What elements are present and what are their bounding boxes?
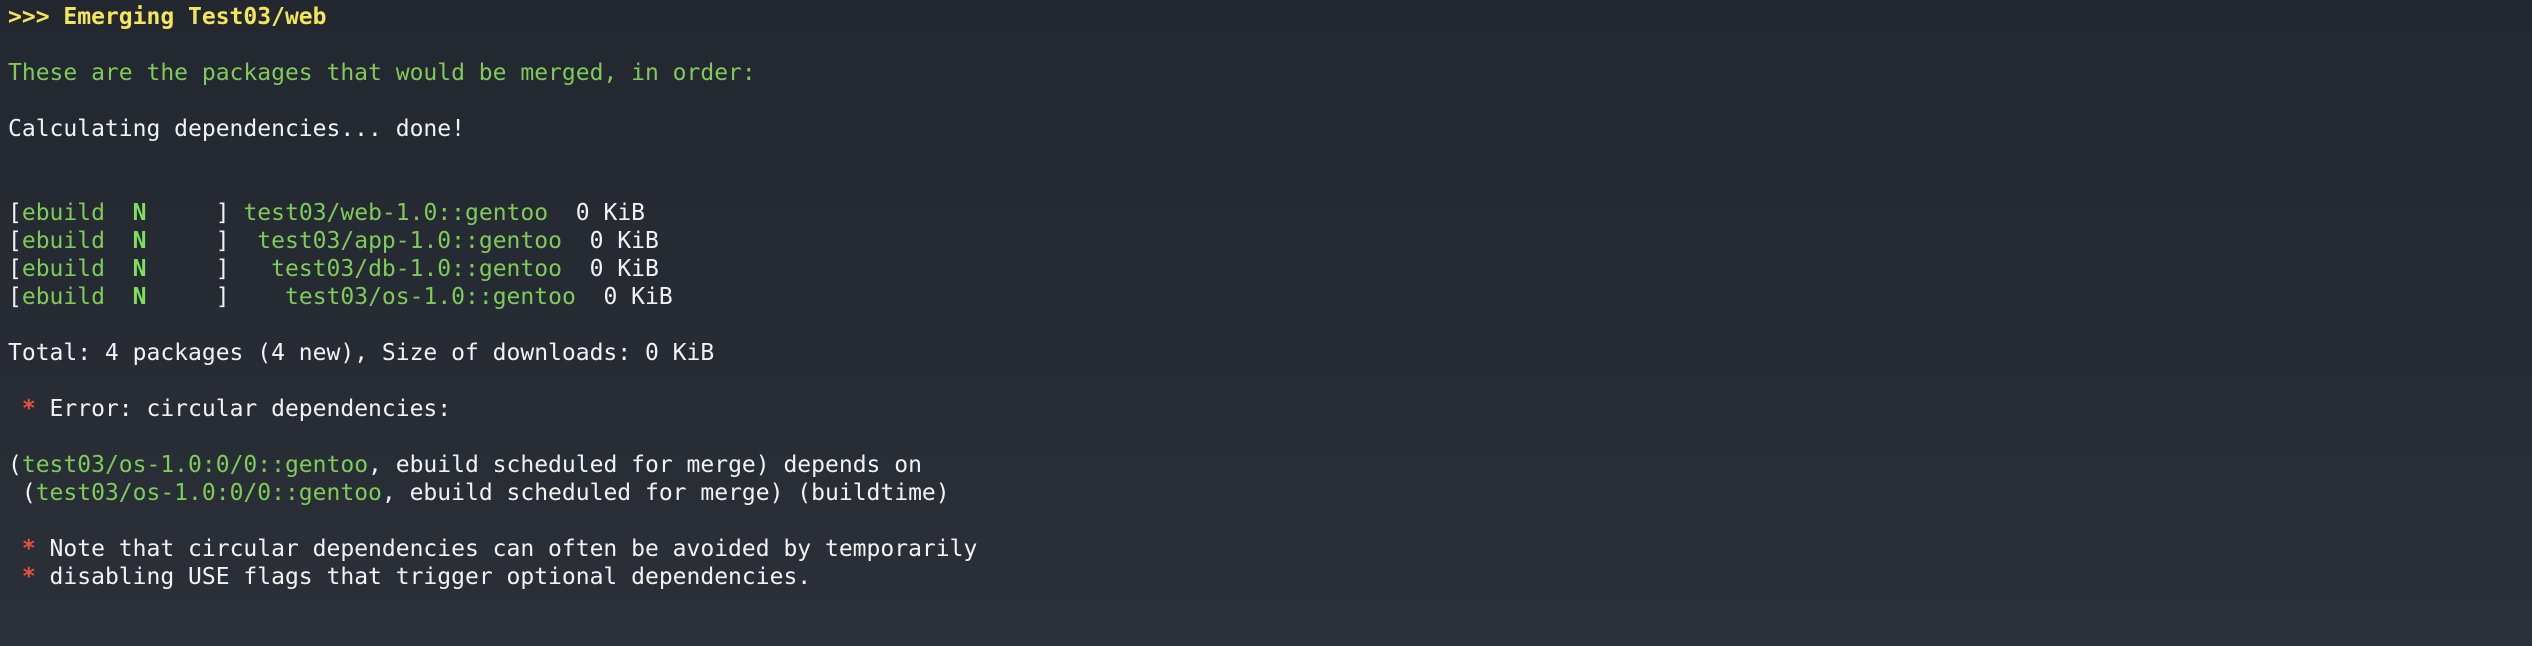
package-atom: test03/os-1.0::gentoo [285, 284, 576, 310]
new-flag: N [132, 228, 147, 254]
package-size: 0 KiB [561, 228, 659, 254]
package-row: [ebuild N ] test03/app-1.0::gentoo 0 KiB [8, 227, 2524, 255]
paren-open: ( [8, 452, 22, 478]
package-row: [ebuild N ] test03/web-1.0::gentoo 0 KiB [8, 199, 2524, 227]
note-text: disabling USE flags that trigger optiona… [35, 564, 812, 590]
package-row: [ebuild N ] test03/os-1.0::gentoo 0 KiB [8, 283, 2524, 311]
package-atom: test03/db-1.0::gentoo [271, 256, 562, 282]
bracket-open: [ [8, 200, 22, 226]
note-line: * disabling USE flags that trigger optio… [8, 563, 2524, 591]
merge-intro: These are the packages that would be mer… [8, 60, 756, 86]
package-type: ebuild [21, 284, 105, 310]
bracket-close: ] [146, 256, 272, 282]
paren-open: ( [8, 480, 36, 506]
bracket-open: [ [8, 256, 22, 282]
terminal-output[interactable]: >>> Emerging Test03/web These are the pa… [8, 3, 2524, 643]
dependency-atom: test03/os-1.0:0/0::gentoo [21, 452, 369, 478]
asterisk-icon: * [8, 536, 36, 562]
bracket-open: [ [8, 228, 22, 254]
error-text: Error: circular dependencies: [35, 396, 452, 422]
total-summary: Total: 4 packages (4 new), Size of downl… [8, 340, 715, 366]
dependency-line: (test03/os-1.0:0/0::gentoo, ebuild sched… [8, 451, 2524, 479]
asterisk-icon: * [8, 396, 36, 422]
note-line: * Note that circular dependencies can of… [8, 535, 2524, 563]
bracket-open: [ [8, 284, 22, 310]
asterisk-icon: * [8, 564, 36, 590]
dependency-atom: test03/os-1.0:0/0::gentoo [35, 480, 382, 506]
package-size: 0 KiB [575, 284, 673, 310]
bracket-close: ] [146, 284, 285, 310]
dependency-line: (test03/os-1.0:0/0::gentoo, ebuild sched… [8, 479, 2524, 507]
package-atom: test03/app-1.0::gentoo [257, 228, 562, 254]
note-text: Note that circular dependencies can ofte… [35, 536, 978, 562]
package-type: ebuild [21, 200, 105, 226]
emerge-header: >>> Emerging Test03/web [8, 4, 327, 30]
package-row: [ebuild N ] test03/db-1.0::gentoo 0 KiB [8, 255, 2524, 283]
package-size: 0 KiB [548, 200, 646, 226]
error-line: * Error: circular dependencies: [8, 395, 2524, 423]
new-flag: N [132, 284, 147, 310]
dependency-text: , ebuild scheduled for merge) depends on [368, 452, 922, 478]
calculating-status: Calculating dependencies... done! [8, 116, 465, 142]
new-flag: N [132, 256, 147, 282]
bracket-close: ] [146, 200, 244, 226]
package-size: 0 KiB [561, 256, 659, 282]
package-type: ebuild [21, 256, 105, 282]
bracket-close: ] [146, 228, 258, 254]
new-flag: N [132, 200, 147, 226]
package-type: ebuild [21, 228, 105, 254]
dependency-text: , ebuild scheduled for merge) (buildtime… [381, 480, 950, 506]
package-atom: test03/web-1.0::gentoo [243, 200, 549, 226]
